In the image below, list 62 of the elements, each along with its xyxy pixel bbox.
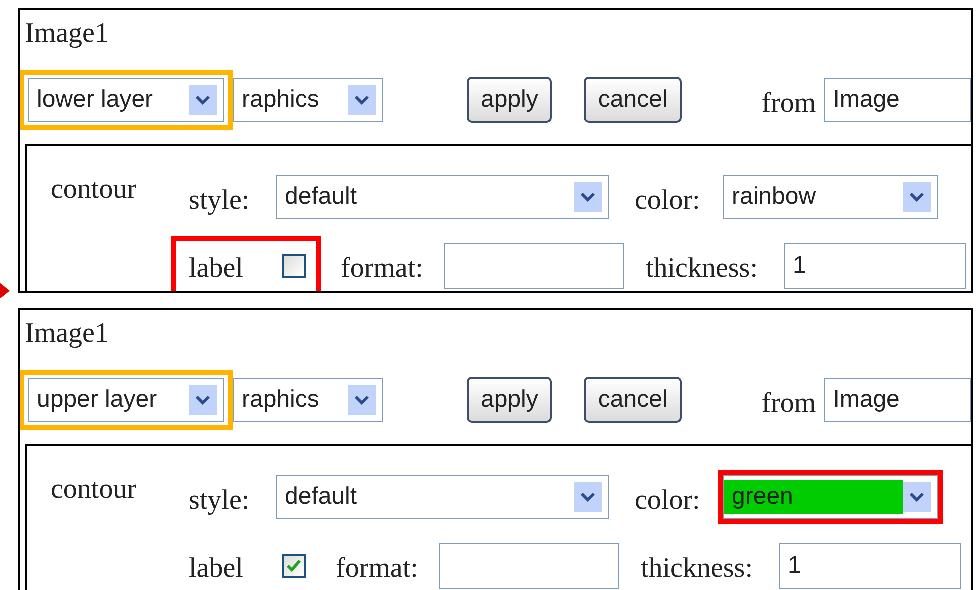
field-label: thickness: — [646, 252, 759, 286]
action-button[interactable]: cancel — [584, 77, 682, 123]
color-select[interactable]: rainbow — [723, 175, 938, 219]
dropdown-button[interactable] — [189, 85, 217, 115]
field-label: format: — [336, 552, 420, 586]
label-checkbox[interactable] — [282, 254, 306, 278]
dropdown-button[interactable] — [348, 85, 376, 115]
chevron-down-icon — [354, 394, 370, 406]
chevron-down-icon — [909, 491, 925, 503]
chevron-down-icon — [354, 94, 370, 106]
action-button[interactable]: apply — [467, 77, 552, 123]
style-select[interactable]: default — [276, 175, 609, 219]
arrow-icon — [0, 283, 10, 299]
layer-select[interactable]: upper layer — [28, 378, 224, 422]
panel-title: Image1 — [25, 317, 110, 351]
field-label: label — [189, 252, 244, 286]
field-label: format: — [341, 252, 424, 286]
color-select[interactable]: green — [723, 475, 938, 519]
label-checkbox[interactable] — [282, 554, 306, 578]
source-select[interactable]: raphics — [233, 78, 383, 122]
from-label: from — [762, 87, 816, 121]
dropdown-button[interactable] — [574, 182, 602, 212]
dropdown-button[interactable] — [189, 385, 217, 415]
thickness-field[interactable]: 1 — [784, 243, 966, 289]
check-icon — [286, 559, 302, 573]
from-label: from — [762, 387, 816, 421]
field-label: color: — [635, 184, 702, 218]
thickness-field[interactable]: 1 — [779, 543, 961, 589]
select-value: upper layer — [36, 385, 158, 415]
select-value: green — [724, 480, 903, 514]
source-select[interactable]: raphics — [233, 378, 383, 422]
from-field[interactable]: Image — [824, 378, 971, 422]
dropdown-button[interactable] — [903, 182, 931, 212]
chevron-down-icon — [580, 491, 596, 503]
dropdown-button[interactable] — [903, 482, 931, 512]
select-value: raphics — [241, 385, 320, 415]
action-button[interactable]: apply — [467, 377, 552, 423]
chevron-down-icon — [909, 191, 925, 203]
action-button[interactable]: cancel — [584, 377, 682, 423]
style-select[interactable]: default — [276, 475, 609, 519]
panel-title: Image1 — [25, 17, 110, 51]
format-field[interactable] — [439, 543, 619, 589]
chevron-down-icon — [195, 94, 211, 106]
select-value: default — [284, 182, 358, 212]
select-value: rainbow — [731, 182, 818, 212]
format-field[interactable] — [444, 243, 624, 289]
chevron-down-icon — [195, 394, 211, 406]
field-label: color: — [635, 484, 702, 518]
chevron-down-icon — [580, 191, 596, 203]
field-label: thickness: — [641, 552, 754, 586]
section-title: contour — [51, 173, 138, 207]
from-field[interactable]: Image — [824, 78, 971, 122]
select-value: raphics — [241, 85, 320, 115]
dropdown-button[interactable] — [574, 482, 602, 512]
field-label: style: — [189, 484, 251, 518]
section-title: contour — [51, 473, 138, 507]
layer-select[interactable]: lower layer — [28, 78, 224, 122]
field-label: style: — [189, 184, 251, 218]
field-label: label — [189, 552, 244, 586]
dropdown-button[interactable] — [348, 385, 376, 415]
select-value: default — [284, 482, 358, 512]
select-value: lower layer — [36, 85, 154, 115]
